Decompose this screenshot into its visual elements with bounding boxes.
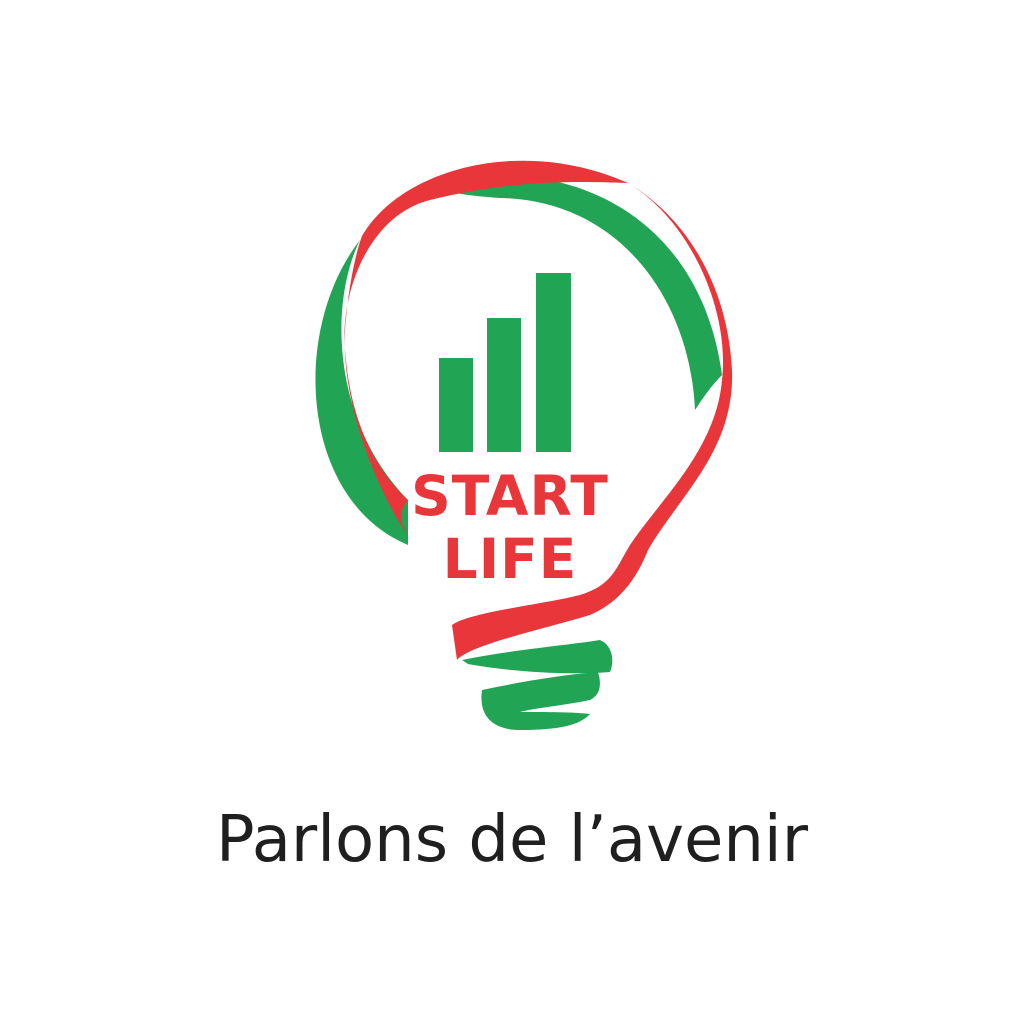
lightbulb-icon: [315, 160, 733, 730]
brand-line-start: START: [411, 464, 609, 528]
tagline: Parlons de l’avenir: [215, 803, 809, 877]
bar-2: [487, 318, 521, 452]
bulb-green-right-arc: [430, 175, 722, 410]
bar-chart-icon: [439, 273, 571, 452]
start-life-logo: START LIFE: [315, 160, 733, 730]
bar-1: [439, 358, 473, 452]
bar-3: [536, 273, 571, 452]
logo-page: START LIFE Parlons de l’avenir: [0, 0, 1024, 1024]
brand-line-life: LIFE: [443, 527, 578, 591]
bulb-green-base-lower: [481, 672, 600, 730]
